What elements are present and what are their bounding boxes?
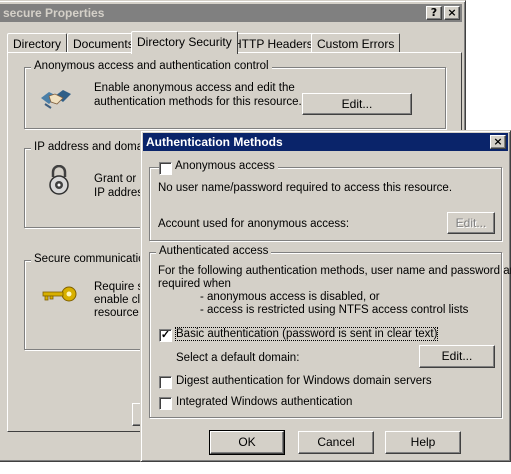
authenticated-desc-2: required when bbox=[158, 278, 231, 290]
close-title-button[interactable]: × bbox=[444, 6, 460, 20]
anonymous-account-label: Account used for anonymous access: bbox=[158, 218, 350, 230]
handshake-icon bbox=[39, 84, 73, 114]
default-domain-label: Select a default domain: bbox=[176, 352, 300, 364]
secure-comm-desc-2: enable cl bbox=[94, 294, 141, 306]
authenticated-bullet-1: - anonymous access is disabled, or bbox=[200, 291, 380, 303]
auth-dialog-title-bar: Authentication Methods × bbox=[143, 133, 508, 151]
ip-restrictions-desc-2: IP addres bbox=[94, 187, 144, 199]
anon-auth-group: Anonymous access and authentication cont… bbox=[24, 60, 446, 129]
properties-title: secure Properties bbox=[3, 6, 105, 20]
anonymous-access-checkbox[interactable] bbox=[159, 162, 172, 175]
authenticated-access-group: Authenticated access For the following a… bbox=[149, 245, 511, 418]
cancel-button[interactable]: Cancel bbox=[298, 431, 374, 454]
integrated-auth-checkbox[interactable] bbox=[159, 397, 172, 410]
auth-methods-dialog: Authentication Methods × Anonymous acces… bbox=[140, 130, 511, 462]
integrated-auth-label[interactable]: Integrated Windows authentication bbox=[176, 396, 352, 408]
auth-dialog-close-button[interactable]: × bbox=[490, 135, 506, 149]
authenticated-access-legend: Authenticated access bbox=[156, 245, 272, 257]
ip-restrictions-legend: IP address and domain bbox=[31, 141, 156, 153]
anon-auth-legend: Anonymous access and authentication cont… bbox=[31, 60, 272, 72]
anonymous-access-group: Anonymous access No user name/password r… bbox=[149, 160, 502, 241]
secure-comm-desc-1: Require s bbox=[94, 281, 144, 293]
tab-http-headers[interactable]: HTTP Headers bbox=[227, 33, 319, 53]
tab-directory-security[interactable]: Directory Security bbox=[131, 31, 238, 54]
digest-auth-checkbox[interactable] bbox=[159, 376, 172, 389]
anon-auth-desc-1: Enable anonymous access and edit the bbox=[94, 82, 295, 94]
anon-auth-desc-2: authentication methods for this resource… bbox=[94, 96, 302, 108]
authenticated-bullet-2: - access is restricted using NTFS access… bbox=[200, 304, 469, 316]
anonymous-access-label[interactable]: Anonymous access bbox=[172, 160, 278, 172]
properties-title-bar: secure Properties ? × bbox=[0, 4, 462, 22]
digest-auth-label[interactable]: Digest authentication for Windows domain… bbox=[176, 375, 432, 387]
anonymous-account-edit-button[interactable]: Edit... bbox=[447, 212, 495, 234]
help-title-button[interactable]: ? bbox=[426, 6, 442, 20]
ip-restrictions-desc-1: Grant or bbox=[94, 173, 137, 185]
auth-dialog-title: Authentication Methods bbox=[146, 135, 283, 149]
tab-documents[interactable]: Documents bbox=[67, 33, 140, 53]
default-domain-edit-button[interactable]: Edit... bbox=[419, 345, 495, 368]
lock-icon bbox=[47, 164, 71, 195]
secure-comm-legend: Secure communication bbox=[31, 253, 154, 265]
basic-auth-checkbox[interactable]: ✓ bbox=[159, 329, 172, 342]
tab-directory[interactable]: Directory bbox=[7, 33, 68, 53]
secure-comm-desc-3: resource bbox=[94, 307, 139, 319]
basic-auth-label[interactable]: Basic authentication (password is sent i… bbox=[174, 327, 439, 341]
help-button[interactable]: Help bbox=[385, 431, 461, 454]
anon-auth-edit-button[interactable]: Edit... bbox=[302, 93, 412, 115]
key-icon bbox=[39, 283, 77, 305]
ok-button[interactable]: OK bbox=[209, 430, 285, 455]
authenticated-desc-1: For the following authentication methods… bbox=[158, 265, 511, 277]
tab-custom-errors[interactable]: Custom Errors bbox=[311, 33, 401, 53]
anonymous-access-desc: No user name/password required to access… bbox=[158, 182, 453, 194]
